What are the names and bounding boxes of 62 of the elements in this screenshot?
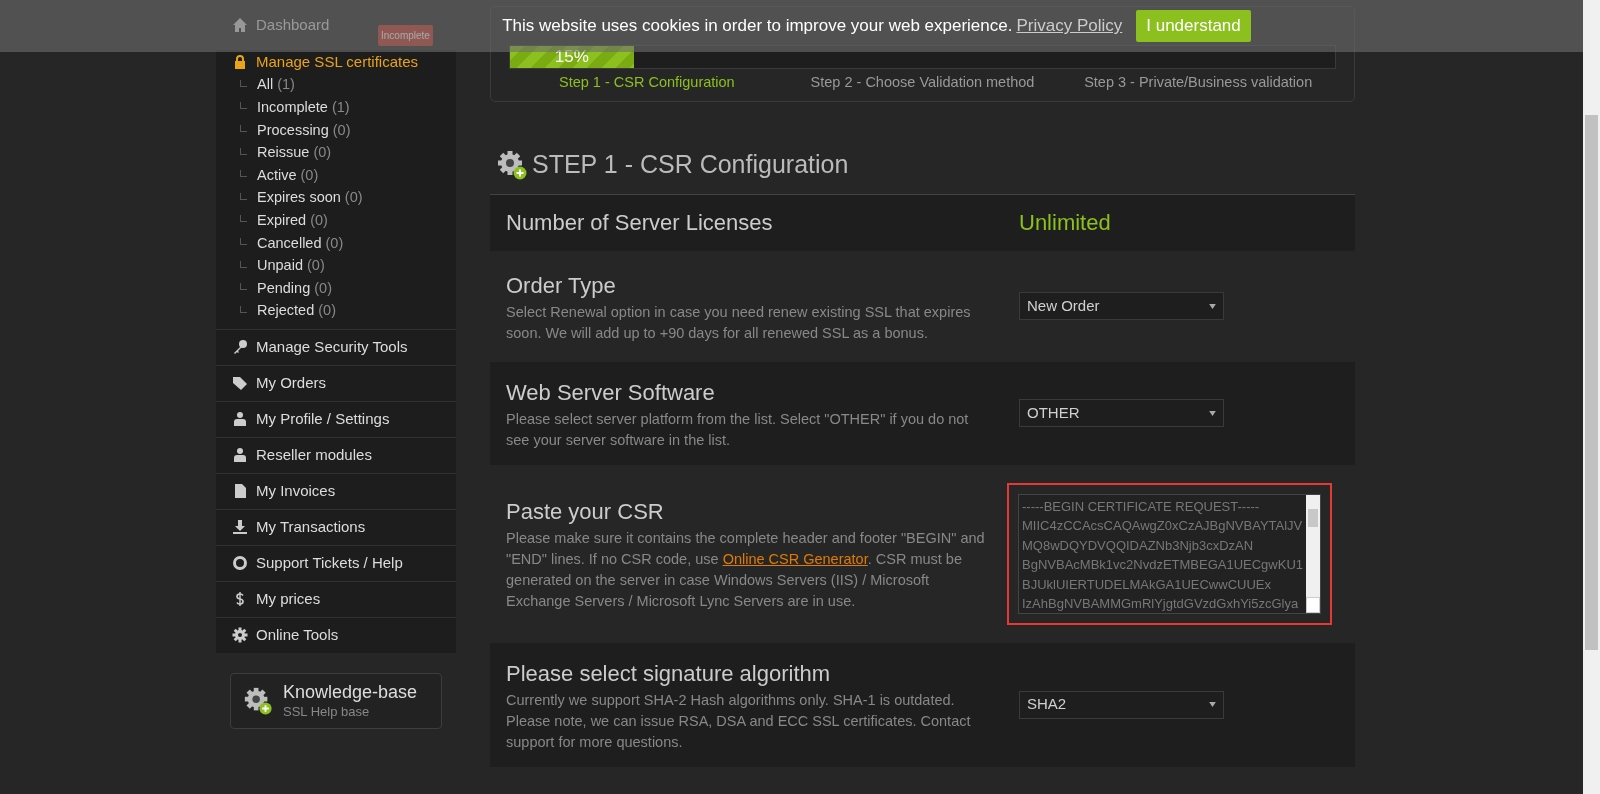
dropdown[interactable]: SHA2 xyxy=(1019,690,1224,719)
sidebar-subitem[interactable]: Pending (0) xyxy=(257,277,332,300)
csr-text-line: -----BEGIN CERTIFICATE REQUEST----- xyxy=(1022,497,1261,516)
sidebar-subitem[interactable]: Incomplete (1) xyxy=(257,97,350,119)
license-value: Unlimited xyxy=(1019,209,1111,237)
csr-text-line: BgNVBAcMBk1vc2NvdzETMBEGA1UECgwKU1 xyxy=(1022,556,1304,574)
sidebar-subitem[interactable]: Expired (0) xyxy=(257,210,328,232)
circle-icon xyxy=(232,555,248,572)
field-title: Web Server Software xyxy=(506,378,716,407)
field-description: Currently we support SHA-2 Hash algorithms only. SHA-1 is outdated. Please note, we can issue RSA, DSA and ECC SSL certificates. Contact support for more questions. xyxy=(506,690,972,752)
field-title: Order Type xyxy=(506,271,617,300)
knowledge-base-title: Knowledge-base xyxy=(283,681,418,704)
field-description: Please select server platform from the list. Select "OTHER" if you do not see your server software in the list. xyxy=(506,409,970,450)
step-label: Step 1 - CSR Configuration xyxy=(558,73,736,92)
csr-text-line: MQ8wDQYDVQQIDAZNb3Njb3cxDzAN xyxy=(1022,536,1255,555)
sidebar-item[interactable]: Manage SSL certificates xyxy=(256,50,419,74)
user-icon xyxy=(232,411,248,428)
csr-text-line: MIIC4zCCAcsCAQAwgZ0xCzAJBgNVBAYTAlJV xyxy=(1022,517,1304,535)
section-title: STEP 1 - CSR Configuration xyxy=(532,149,849,180)
tag-icon xyxy=(232,375,248,392)
sidebar-subitem[interactable]: Reissue (0) xyxy=(257,142,332,164)
field-title: Number of Server Licenses xyxy=(506,209,774,237)
document-icon xyxy=(232,483,248,500)
field-title: Paste your CSR xyxy=(506,498,665,526)
privacy-policy-link[interactable]: Privacy Policy xyxy=(1016,13,1123,39)
step-label: Step 3 - Private/Business validation xyxy=(1083,73,1314,92)
lock-icon xyxy=(232,54,248,70)
dropdown[interactable]: OTHER xyxy=(1019,399,1224,427)
field-description: Please make sure it contains the complete header and footer "BEGIN" and "END" lines. If no CSR code, use Online CSR Generator. CSR must be generated on the server in case Windows Servers (IIS) / Microsoft Exchange Servers / Microsoft Lync Servers are in use. xyxy=(506,529,986,611)
knowledge-base-subtitle: SSL Help base xyxy=(283,703,371,720)
sidebar-subitem[interactable]: Expires soon (0) xyxy=(257,187,363,210)
status-badge: Incomplete xyxy=(378,25,433,46)
csr-text-line: IzAhBgNVBAMMGmRlYjgtdGVzdGxhYi5zcGlya xyxy=(1022,595,1300,613)
caret-icon xyxy=(1209,303,1216,309)
dropdown[interactable]: New Order xyxy=(1019,292,1224,320)
sidebar-subitem[interactable]: Unpaid (0) xyxy=(257,255,325,277)
field-description: Select Renewal option in case you need renew existing SSL that expires soon. We will add up to +90 days for all renewed SSL as a bonus. xyxy=(506,302,972,343)
gear-plus-icon xyxy=(243,685,273,716)
home-icon xyxy=(232,17,248,33)
progress-label: 15% xyxy=(554,46,589,69)
sidebar-item[interactable]: My prices xyxy=(256,587,321,611)
csr-text-line: BJUklUIERTUDELMAkGA1UECwwCUUEx xyxy=(1022,575,1272,594)
caret-icon xyxy=(1209,410,1216,416)
cookie-message: This website uses cookies in order to improve your web experience. xyxy=(502,15,1013,38)
step-label: Step 2 - Choose Validation method xyxy=(809,73,1036,92)
sidebar-subitem[interactable]: Cancelled (0) xyxy=(257,232,344,255)
key-icon xyxy=(232,339,248,356)
sidebar-subitem[interactable]: Active (0) xyxy=(257,164,319,187)
sidebar-subitem[interactable]: Rejected (0) xyxy=(257,300,336,323)
csr-text-area[interactable] xyxy=(1018,493,1322,614)
csr-generator-link[interactable]: Online CSR Generator xyxy=(722,551,868,567)
sidebar-subitem[interactable]: All (1) xyxy=(257,74,295,97)
field-title: Please select signature algorithm xyxy=(506,659,832,688)
knowledge-base-button[interactable]: Knowledge-base SSL Help base xyxy=(230,672,442,729)
download-icon xyxy=(232,519,248,536)
sidebar-item[interactable]: My Orders xyxy=(256,371,326,395)
user-icon xyxy=(232,447,248,464)
scrollbar[interactable] xyxy=(1306,494,1321,613)
gear-icon xyxy=(232,627,248,644)
gear-plus-icon xyxy=(496,148,528,181)
sidebar-subitem[interactable]: Processing (0) xyxy=(257,119,351,142)
caret-icon xyxy=(1209,702,1216,707)
